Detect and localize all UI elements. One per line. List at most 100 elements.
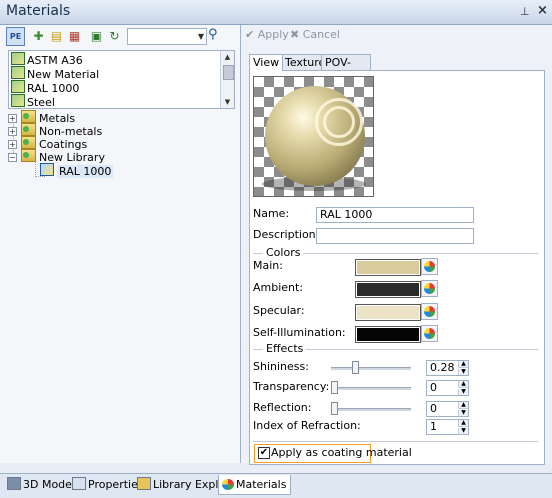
tab-materials[interactable]: Materials xyxy=(218,475,292,495)
add-folder-button[interactable]: ▤ xyxy=(47,27,66,46)
pin-icon[interactable]: ⊥ xyxy=(520,5,530,18)
specular-color-swatch[interactable] xyxy=(355,304,421,321)
material-icon xyxy=(11,94,25,107)
coating-label: Apply as coating material xyxy=(271,446,412,459)
self-illumination-swatch[interactable] xyxy=(355,326,421,343)
refresh-button[interactable]: ↻ xyxy=(105,27,124,46)
properties-edit-icon: PE xyxy=(9,32,22,41)
colors-group: Colors xyxy=(253,247,538,259)
ambient-color-picker[interactable] xyxy=(421,280,438,297)
list-item-label: Steel xyxy=(27,96,55,109)
check-icon: ✔ xyxy=(245,28,255,41)
self-illumination-label: Self-Illumination: xyxy=(253,326,346,339)
slider-thumb[interactable] xyxy=(331,381,338,394)
reflection-ring xyxy=(323,106,355,138)
spin-up-icon[interactable]: ▲ xyxy=(458,402,468,409)
name-field[interactable]: RAL 1000 xyxy=(316,207,474,223)
palette-icon xyxy=(424,261,435,272)
tree-item-metals[interactable]: + Metals xyxy=(8,110,75,125)
palette-icon xyxy=(424,283,435,294)
panel-title: Materials xyxy=(6,3,71,19)
palette-icon xyxy=(424,328,435,339)
spin-down-icon[interactable]: ▼ xyxy=(458,389,468,395)
description-field[interactable] xyxy=(316,228,474,244)
apply-label: Apply xyxy=(257,28,289,41)
library-toolbar: PE ✚ ▤ ▦ ▣ ↻ ▼ ⚲ xyxy=(0,25,240,47)
properties-edit-button[interactable]: PE xyxy=(6,27,25,46)
view-tab-page: Name: RAL 1000 Description: Colors Main:… xyxy=(249,70,545,465)
tab-view[interactable]: View xyxy=(249,54,283,71)
effects-group-title: Effects xyxy=(263,343,307,355)
tree-item-non-metals[interactable]: + Non-metals xyxy=(8,123,102,138)
specular-color-fill xyxy=(357,306,419,319)
main-color-picker[interactable] xyxy=(421,258,438,275)
colors-group-title: Colors xyxy=(263,247,304,259)
library-folder-icon xyxy=(21,123,36,136)
cancel-icon: ✖ xyxy=(290,28,300,41)
close-icon[interactable]: × xyxy=(537,3,548,18)
spin-down-icon[interactable]: ▼ xyxy=(458,428,468,434)
reflection-slider[interactable] xyxy=(331,401,411,415)
transparency-slider[interactable] xyxy=(331,380,411,394)
material-icon xyxy=(11,66,25,79)
import-button[interactable]: ▦ xyxy=(65,27,84,46)
shininess-slider[interactable] xyxy=(331,360,411,374)
palette-icon xyxy=(424,306,435,317)
add-folder-icon: ▤ xyxy=(50,29,63,43)
library-filter-combo[interactable]: ▼ xyxy=(127,28,207,45)
transparency-spinner[interactable]: 0 ▲ ▼ xyxy=(426,380,469,396)
list-item[interactable]: Steel xyxy=(11,94,55,109)
collapse-icon[interactable]: − xyxy=(8,153,17,162)
tree-item-new-library[interactable]: − New Library xyxy=(8,149,105,164)
ambient-color-swatch[interactable] xyxy=(355,281,421,298)
tab-povray[interactable]: POV-Ray xyxy=(321,54,371,84)
apply-button[interactable]: ✔ Apply xyxy=(245,28,289,42)
ambient-color-label: Ambient: xyxy=(253,281,304,294)
main-color-swatch[interactable] xyxy=(355,259,421,276)
specular-color-picker[interactable] xyxy=(421,303,438,320)
tree-line xyxy=(35,176,45,177)
spin-up-icon[interactable]: ▲ xyxy=(458,420,468,427)
spin-down-icon[interactable]: ▼ xyxy=(458,369,468,375)
expand-icon[interactable]: + xyxy=(8,114,17,123)
add-library-icon: ✚ xyxy=(33,29,44,43)
name-label: Name: xyxy=(253,207,290,220)
tree-item-coatings[interactable]: + Coatings xyxy=(8,136,87,151)
export-button[interactable]: ▣ xyxy=(87,27,106,46)
coating-checkbox[interactable]: ✔ xyxy=(258,447,270,459)
scroll-thumb[interactable] xyxy=(223,65,234,80)
tab-texture[interactable]: Texture xyxy=(281,54,325,70)
list-scrollbar[interactable]: ▲ ▼ xyxy=(220,51,234,108)
tab-label: Materials xyxy=(236,478,287,491)
spin-up-icon[interactable]: ▲ xyxy=(458,361,468,368)
list-item[interactable]: ASTM A36 xyxy=(11,52,83,67)
spin-down-icon[interactable]: ▼ xyxy=(458,410,468,416)
ior-spinner[interactable]: 1 ▲ ▼ xyxy=(426,419,469,435)
ambient-color-fill xyxy=(357,283,419,296)
import-icon: ▦ xyxy=(68,29,81,43)
expand-icon[interactable]: + xyxy=(8,140,17,149)
material-preview xyxy=(253,76,374,197)
tree-item-ral-1000[interactable]: RAL 1000 xyxy=(40,163,114,178)
cancel-button[interactable]: ✖ Cancel xyxy=(290,28,340,42)
slider-thumb[interactable] xyxy=(331,402,338,415)
transparency-value: 0 xyxy=(430,381,437,394)
search-button[interactable]: ⚲ xyxy=(208,27,224,44)
shininess-spinner[interactable]: 0.28 ▲ ▼ xyxy=(426,360,469,376)
add-library-button[interactable]: ✚ xyxy=(29,27,48,46)
cancel-label: Cancel xyxy=(302,28,340,41)
self-illumination-picker[interactable] xyxy=(421,325,438,342)
tab-properties[interactable]: Properties xyxy=(69,475,144,494)
recent-materials-list[interactable]: ASTM A36 New Material RAL 1000 Steel ▲ ▼ xyxy=(8,50,235,109)
tab-3d-model[interactable]: 3D Model xyxy=(4,475,75,494)
spin-up-icon[interactable]: ▲ xyxy=(458,381,468,388)
scroll-up-icon[interactable]: ▲ xyxy=(221,51,234,63)
material-icon xyxy=(40,163,54,176)
slider-thumb[interactable] xyxy=(352,361,359,374)
scroll-down-icon[interactable]: ▼ xyxy=(221,96,234,108)
coating-checkbox-row[interactable]: ✔ Apply as coating material xyxy=(254,444,412,463)
list-item[interactable]: RAL 1000 xyxy=(11,80,79,95)
list-item[interactable]: New Material xyxy=(11,66,99,81)
reflection-spinner[interactable]: 0 ▲ ▼ xyxy=(426,401,469,417)
expand-icon[interactable]: + xyxy=(8,127,17,136)
